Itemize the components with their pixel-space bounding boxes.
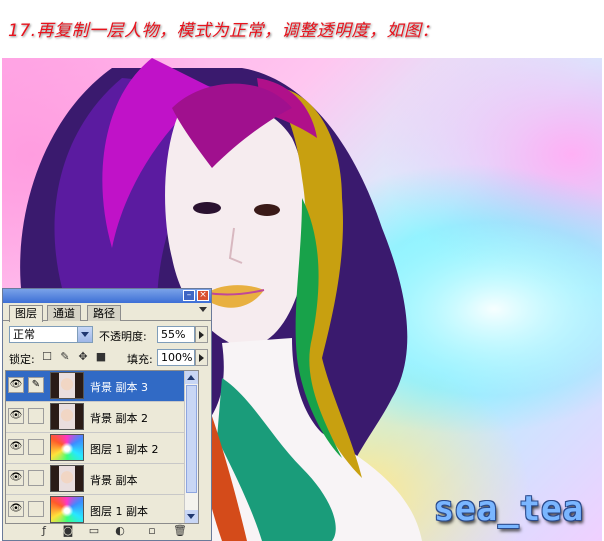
link-slot-icon[interactable] bbox=[28, 470, 44, 486]
layer-thumbnail bbox=[50, 496, 84, 523]
new-group-icon[interactable]: ▭ bbox=[87, 524, 101, 538]
layer-row[interactable]: 👁 ✎ 背景 副本 3 bbox=[6, 371, 198, 402]
scroll-thumb[interactable] bbox=[186, 385, 197, 493]
scroll-up-icon[interactable] bbox=[185, 371, 198, 384]
lock-all-icon[interactable]: ■ bbox=[95, 351, 107, 363]
layer-list: 👁 ✎ 背景 副本 3 👁 背景 副本 2 👁 图层 1 副本 2 👁 背景 副… bbox=[5, 370, 199, 524]
lock-fill-row: 锁定: ☐ ✎ ✥ ■ 填充: 100% bbox=[7, 349, 208, 367]
scroll-down-icon[interactable] bbox=[185, 510, 198, 523]
watermark-text: sea_tea bbox=[433, 489, 584, 529]
eye-icon[interactable]: 👁 bbox=[8, 439, 24, 455]
opacity-field[interactable]: 55% bbox=[157, 326, 195, 343]
layer-thumbnail bbox=[50, 465, 84, 492]
link-slot-icon[interactable] bbox=[28, 408, 44, 424]
palette-menu-arrow-icon[interactable] bbox=[199, 307, 207, 312]
lock-paint-icon[interactable]: ✎ bbox=[59, 351, 71, 363]
fill-label: 填充: bbox=[127, 353, 153, 366]
eye-icon[interactable]: 👁 bbox=[8, 408, 24, 424]
layer-list-scrollbar[interactable] bbox=[184, 371, 198, 523]
blend-mode-value: 正常 bbox=[13, 328, 35, 341]
layer-name: 背景 副本 bbox=[90, 474, 138, 487]
palette-bottom-toolbar: ƒ ◙ ▭ ◐ ▫ 🗑 bbox=[5, 524, 209, 538]
lock-transparency-icon[interactable]: ☐ bbox=[41, 351, 53, 363]
link-slot-icon[interactable] bbox=[28, 501, 44, 517]
layer-name: 图层 1 副本 bbox=[90, 505, 148, 518]
adjustment-layer-icon[interactable]: ◐ bbox=[113, 524, 127, 538]
eye-icon[interactable]: 👁 bbox=[8, 377, 24, 393]
layer-row[interactable]: 👁 图层 1 副本 2 bbox=[6, 433, 198, 464]
layers-palette: – × 图层 通道 路径 正常 不透明度: 55% 锁定: ☐ ✎ ✥ ■ 填充… bbox=[2, 288, 212, 541]
layer-mask-icon[interactable]: ◙ bbox=[61, 524, 75, 538]
lock-move-icon[interactable]: ✥ bbox=[77, 351, 89, 363]
layer-name: 图层 1 副本 2 bbox=[90, 443, 159, 456]
lock-label: 锁定: bbox=[9, 353, 35, 366]
tutorial-caption: 17.再复制一层人物，模式为正常，调整透明度，如图： bbox=[8, 21, 440, 41]
brush-icon[interactable]: ✎ bbox=[28, 377, 44, 393]
layer-row[interactable]: 👁 背景 副本 2 bbox=[6, 402, 198, 433]
minimize-icon[interactable]: – bbox=[183, 290, 195, 301]
fill-slider-arrow-icon[interactable] bbox=[195, 349, 208, 366]
trash-icon[interactable]: 🗑 bbox=[173, 524, 187, 538]
tab-layers[interactable]: 图层 bbox=[9, 305, 43, 322]
layer-style-icon[interactable]: ƒ bbox=[37, 524, 51, 538]
palette-tabs: 图层 通道 路径 bbox=[3, 303, 211, 322]
layer-thumbnail bbox=[50, 372, 84, 399]
layer-thumbnail bbox=[50, 403, 84, 430]
close-icon[interactable]: × bbox=[197, 290, 209, 301]
layer-name: 背景 副本 3 bbox=[90, 381, 148, 394]
opacity-label: 不透明度: bbox=[99, 330, 147, 343]
blend-mode-select[interactable]: 正常 bbox=[9, 326, 93, 343]
palette-titlebar[interactable]: – × bbox=[3, 289, 211, 303]
blend-opacity-row: 正常 不透明度: 55% bbox=[7, 326, 208, 344]
tab-channels[interactable]: 通道 bbox=[47, 305, 81, 321]
new-layer-icon[interactable]: ▫ bbox=[145, 524, 159, 538]
layer-row[interactable]: 👁 背景 副本 bbox=[6, 464, 198, 495]
eye-icon[interactable]: 👁 bbox=[8, 501, 24, 517]
fill-field[interactable]: 100% bbox=[157, 349, 195, 366]
link-slot-icon[interactable] bbox=[28, 439, 44, 455]
layer-thumbnail bbox=[50, 434, 84, 461]
chevron-down-icon[interactable] bbox=[77, 327, 92, 342]
eye-icon[interactable]: 👁 bbox=[8, 470, 24, 486]
layer-row[interactable]: 👁 图层 1 副本 bbox=[6, 495, 198, 523]
opacity-slider-arrow-icon[interactable] bbox=[195, 326, 208, 343]
layer-name: 背景 副本 2 bbox=[90, 412, 148, 425]
tab-paths[interactable]: 路径 bbox=[87, 305, 121, 321]
